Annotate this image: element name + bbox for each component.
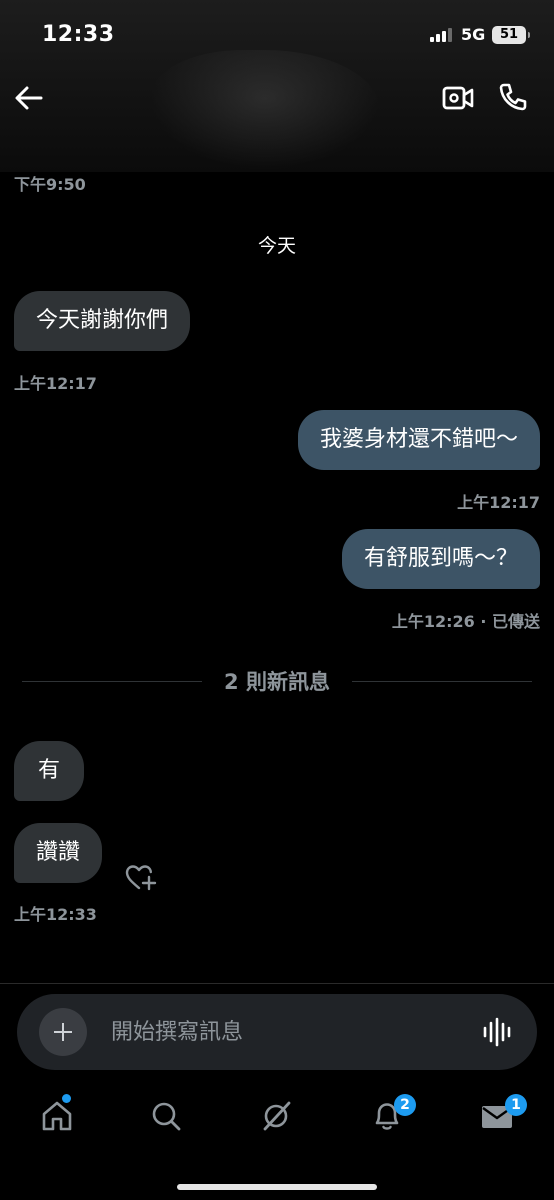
day-separator: 今天: [257, 235, 296, 257]
new-messages-label: 2 則新訊息: [224, 670, 330, 694]
message-bubble-incoming[interactable]: 有: [14, 741, 85, 801]
signal-icon: [430, 28, 454, 42]
tab-search[interactable]: [136, 1094, 196, 1138]
message-composer: [17, 994, 537, 1070]
home-unread-dot: [62, 1094, 71, 1103]
battery-icon: 51: [492, 26, 530, 44]
bottom-tab-bar: [0, 1080, 554, 1200]
status-time: 12:33: [42, 22, 115, 47]
message-bubble-outgoing[interactable]: 有舒服到嗎～？: [341, 529, 540, 589]
back-button[interactable]: [14, 84, 44, 112]
heart-add-icon: [125, 865, 157, 891]
video-call-icon: [442, 86, 474, 110]
voice-wave-icon: [483, 1017, 511, 1047]
message-bubble-outgoing[interactable]: 我婆身材還不錯吧～: [297, 410, 540, 470]
status-bar: 12:33 5G 51: [0, 0, 554, 70]
message-timestamp: 下午9:50: [14, 175, 86, 194]
message-timestamp-status: 上午12:26 · 已傳送: [391, 612, 540, 631]
tab-grok[interactable]: [246, 1094, 306, 1138]
phone-call-button[interactable]: [498, 82, 528, 112]
message-timestamp: 上午12:17: [457, 493, 540, 512]
composer-divider: [0, 983, 554, 984]
message-input[interactable]: [111, 1016, 451, 1048]
video-call-button[interactable]: [442, 84, 474, 112]
tab-home[interactable]: [26, 1094, 86, 1138]
phone-icon: [499, 83, 527, 111]
grok-icon: [263, 1101, 291, 1131]
voice-message-button[interactable]: [481, 1016, 513, 1048]
network-type: 5G: [461, 25, 486, 44]
message-bubble-incoming[interactable]: 今天謝謝你們: [14, 291, 191, 351]
message-bubble-incoming[interactable]: 讚讚: [14, 823, 103, 883]
search-icon: [152, 1102, 181, 1131]
new-messages-divider: 2 則新訊息: [22, 664, 532, 698]
messages-badge: 1: [505, 1094, 527, 1116]
home-indicator: [177, 1184, 377, 1190]
add-reaction-button[interactable]: [124, 862, 158, 892]
message-timestamp: 上午12:17: [14, 374, 97, 393]
arrow-left-icon: [15, 86, 43, 110]
home-icon: [42, 1101, 72, 1131]
notifications-badge: 2: [394, 1094, 416, 1116]
message-timestamp: 上午12:33: [14, 905, 97, 924]
plus-icon[interactable]: [39, 1008, 87, 1056]
